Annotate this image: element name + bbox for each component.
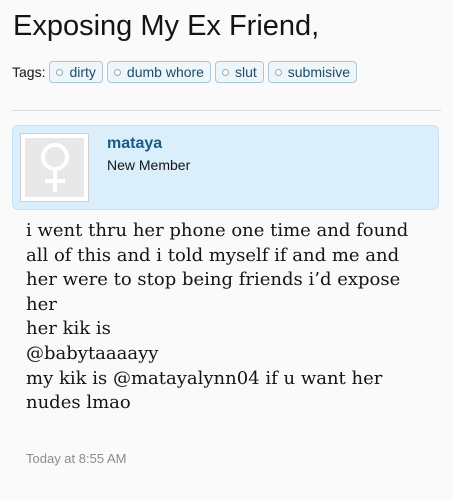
- post-timestamp[interactable]: Today at 8:55 AM: [26, 451, 126, 466]
- tag-dirty[interactable]: dirty: [49, 61, 103, 83]
- message-line: nudes lmao: [26, 392, 131, 414]
- message-line: all of this and i told myself if and me …: [26, 244, 400, 266]
- post-user-card: mataya New Member: [12, 125, 439, 210]
- avatar-placeholder: [25, 138, 84, 197]
- tag-hole-icon: [221, 68, 229, 76]
- tags-label: Tags:: [12, 64, 46, 80]
- tag-label: slut: [234, 64, 257, 80]
- tag-submisive[interactable]: submisive: [267, 61, 358, 83]
- tag-dumb-whore[interactable]: dumb whore: [106, 61, 211, 83]
- thread-title: Exposing My Ex Friend,: [13, 10, 320, 42]
- message-line: i went thru her phone one time and found: [26, 220, 409, 241]
- user-title: New Member: [107, 157, 191, 173]
- female-symbol-icon: [40, 142, 69, 192]
- tag-label: dumb whore: [126, 64, 204, 80]
- message-line: her were to stop being friends i’d expos…: [26, 269, 401, 291]
- tag-hole-icon: [274, 68, 282, 76]
- username-link[interactable]: mataya: [107, 135, 162, 153]
- avatar[interactable]: [20, 133, 89, 202]
- message-line: her kik is: [26, 318, 111, 340]
- thread-page: Exposing My Ex Friend, Tags: dirty dumb …: [0, 0, 453, 500]
- message-line: @babytaaaayy: [26, 342, 159, 364]
- tag-slut[interactable]: slut: [214, 61, 264, 83]
- tag-list: Tags: dirty dumb whore slut submisive: [12, 60, 361, 84]
- message-line: my kik is @matayalynn04 if u want her: [26, 367, 383, 389]
- tag-hole-icon: [113, 68, 121, 76]
- message-body: i went thru her phone one time and found…: [26, 219, 436, 416]
- message-line: her: [26, 293, 57, 315]
- tag-hole-icon: [56, 68, 64, 76]
- header-divider: [12, 110, 441, 111]
- tag-label: submisive: [287, 64, 351, 80]
- tag-label: dirty: [69, 64, 96, 80]
